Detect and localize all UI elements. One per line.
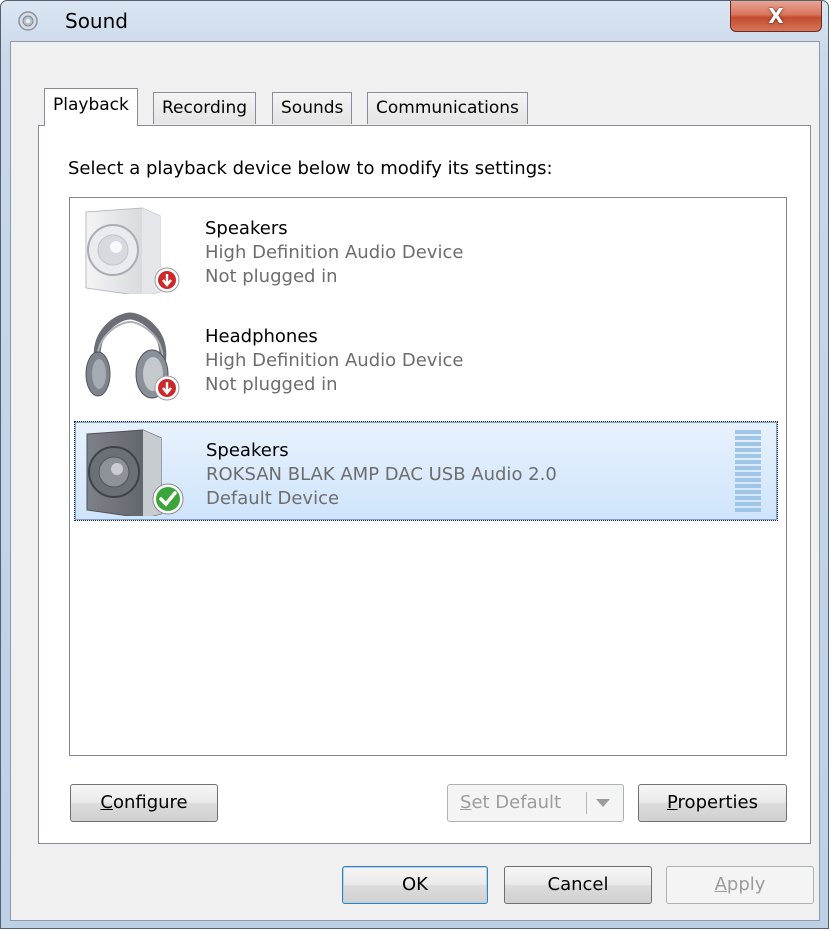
properties-button[interactable]: Properties [638,784,787,822]
device-description: ROKSAN BLAK AMP DAC USB Audio 2.0 [206,464,557,485]
tab-label: Communications [376,98,519,118]
tab-playback[interactable]: Playback [44,88,138,126]
default-check-icon [152,483,184,515]
device-item-speakers-roksan[interactable]: Speakers ROKSAN BLAK AMP DAC USB Audio 2… [74,421,778,521]
tab-label: Playback [53,95,129,115]
mnemonic: C [100,792,113,813]
split-divider [586,792,587,814]
unplugged-badge-icon [154,375,180,401]
device-list[interactable]: Speakers High Definition Audio Device No… [69,197,787,756]
set-default-button[interactable]: Set Default [447,784,624,822]
mnemonic: P [667,792,678,813]
mnemonic: A [714,874,727,895]
configure-button[interactable]: Configure [70,784,218,822]
dropdown-arrow-icon[interactable] [596,799,610,807]
window-title: Sound [65,9,128,33]
device-status: Not plugged in [205,374,338,395]
close-icon: X [768,4,784,28]
button-label: OK [402,874,428,895]
mnemonic: S [460,792,472,813]
instruction-text: Select a playback device below to modify… [68,158,553,179]
button-label: pply [726,874,766,895]
tab-label: Recording [162,98,248,118]
device-description: High Definition Audio Device [205,350,464,371]
volume-level-meter [735,430,761,512]
button-label: onfigure [112,792,188,813]
device-status: Not plugged in [205,266,338,287]
unplugged-badge-icon [154,267,180,293]
device-name: Headphones [205,326,318,347]
tab-recording[interactable]: Recording [153,92,257,124]
tab-sounds[interactable]: Sounds [272,92,353,124]
device-description: High Definition Audio Device [205,242,464,263]
device-name: Speakers [206,440,289,461]
device-item-speakers-hd[interactable]: Speakers High Definition Audio Device No… [74,200,778,300]
tab-communications[interactable]: Communications [367,92,528,124]
button-label: roperties [677,792,758,813]
button-label: Cancel [547,874,609,895]
sound-app-icon [18,11,38,31]
device-item-headphones[interactable]: Headphones High Definition Audio Device … [74,308,778,408]
close-button[interactable]: X [730,1,822,32]
sound-dialog: Sound X Playback Recording Sounds Commun… [0,0,829,929]
tab-label: Sounds [281,98,344,118]
cancel-button[interactable]: Cancel [504,866,652,904]
ok-button[interactable]: OK [342,866,488,904]
apply-button[interactable]: Apply [666,866,814,904]
device-status: Default Device [206,488,340,509]
device-name: Speakers [205,218,288,239]
button-label: et Default [471,792,562,813]
title-bar[interactable]: Sound X [1,1,828,39]
